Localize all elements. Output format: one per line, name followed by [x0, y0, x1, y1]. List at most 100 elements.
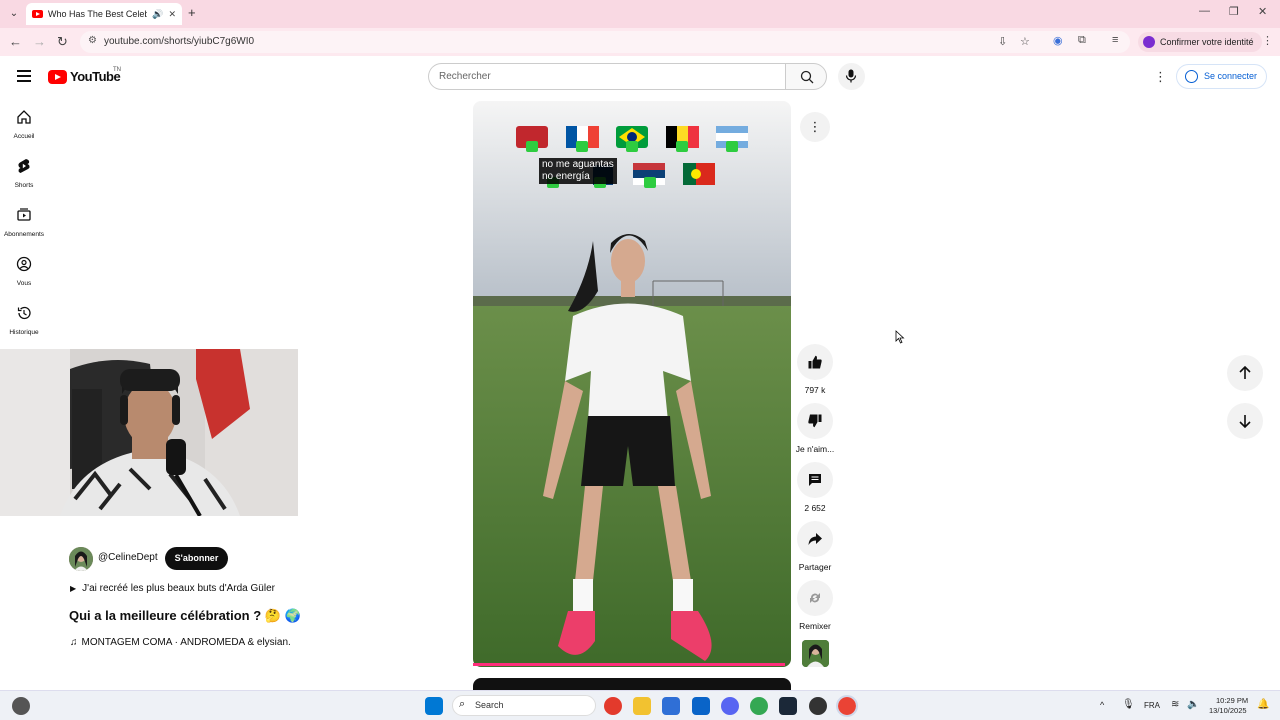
- comments-button[interactable]: 2 652: [795, 462, 835, 513]
- close-window-icon[interactable]: ✕: [1258, 5, 1267, 18]
- translate-extension-icon[interactable]: ◉: [1053, 34, 1063, 47]
- dislike-button[interactable]: Je n'aim...: [795, 403, 835, 454]
- wifi-icon[interactable]: ≋: [1171, 699, 1179, 710]
- playlist-label: J'ai recréé les plus beaux buts d'Arda G…: [82, 583, 275, 594]
- address-bar-row: ← → ↻ ⚙ youtube.com/shorts/yiubC7g6WI0 ⇩…: [0, 28, 1280, 56]
- channel-avatar[interactable]: [69, 547, 93, 571]
- like-circle[interactable]: [797, 344, 833, 380]
- search-button[interactable]: [785, 63, 827, 90]
- arrow-down-icon: [1239, 415, 1251, 428]
- thumbs-up-icon: [808, 355, 822, 369]
- remix-circle[interactable]: [797, 580, 833, 616]
- share-button[interactable]: Partager: [795, 521, 835, 572]
- tab-audio-icon[interactable]: 🔊: [152, 9, 163, 20]
- sidebar-item-shorts[interactable]: Shorts: [0, 158, 48, 189]
- sign-in-button[interactable]: Se connecter: [1176, 64, 1267, 89]
- store-icon[interactable]: [662, 697, 680, 715]
- shorts-icon: [18, 159, 30, 173]
- short-more-options-icon[interactable]: ⋮: [800, 112, 830, 142]
- subscribe-button[interactable]: S'abonner: [165, 547, 228, 570]
- sidebar-item-label: Accueil: [13, 133, 35, 140]
- new-tab-button[interactable]: +: [188, 5, 196, 20]
- omnibox[interactable]: ⚙ youtube.com/shorts/yiubC7g6WI0 ⇩ ☆: [80, 31, 1130, 53]
- remix-button[interactable]: Remixer: [795, 580, 835, 631]
- minimize-icon[interactable]: —: [1199, 5, 1210, 17]
- remix-label: Remixer: [799, 621, 831, 631]
- comments-circle[interactable]: [797, 462, 833, 498]
- start-windows-icon[interactable]: [425, 697, 443, 715]
- active-tab[interactable]: Who Has The Best Celebrat 🔊 ✕: [26, 3, 182, 25]
- comment-count: 2 652: [804, 503, 826, 513]
- taskbar-search-icon: ⌕: [459, 698, 466, 710]
- playlist-link[interactable]: ▶ J'ai recréé les plus beaux buts d'Arda …: [70, 583, 275, 594]
- music-link[interactable]: ♫ MONTAGEM COMA · ANDROMEDA & elysian.: [70, 637, 291, 648]
- outlook-icon[interactable]: [692, 697, 710, 715]
- webcam-scene-image: [0, 349, 298, 516]
- settings-kebab-icon[interactable]: ⋮: [1154, 69, 1167, 85]
- play-triangle-icon: ▶: [70, 584, 77, 593]
- bookmark-star-icon[interactable]: ☆: [1020, 35, 1030, 48]
- taskbar-search[interactable]: ⌕ Search: [452, 695, 596, 716]
- site-info-icon[interactable]: ⚙: [88, 35, 97, 46]
- menu-hamburger-icon[interactable]: [17, 70, 31, 82]
- video-progress-bar[interactable]: [473, 663, 785, 666]
- next-short-button[interactable]: [1227, 403, 1263, 439]
- volume-icon[interactable]: 🔈: [1187, 699, 1199, 710]
- short-video-player[interactable]: [473, 101, 791, 667]
- profile-chip[interactable]: Confirmer votre identité: [1138, 32, 1262, 52]
- voice-search-button[interactable]: [838, 63, 865, 90]
- maximize-icon[interactable]: ❐: [1229, 5, 1239, 18]
- profile-avatar-icon: [1143, 36, 1155, 48]
- tab-close-icon[interactable]: ✕: [168, 9, 176, 20]
- discord-icon[interactable]: [721, 697, 739, 715]
- clock-time[interactable]: 10:29 PM: [1216, 696, 1248, 705]
- history-icon: [17, 306, 31, 320]
- channel-handle[interactable]: @CelineDept: [98, 552, 158, 563]
- like-count: 797 k: [804, 385, 826, 395]
- webcam-overlay: [0, 349, 298, 516]
- caption-line-2: no energía: [542, 171, 590, 182]
- sign-in-label: Se connecter: [1204, 71, 1258, 81]
- widgets-icon[interactable]: [12, 697, 30, 715]
- reading-list-icon[interactable]: ≡: [1112, 34, 1118, 46]
- browser-menu-icon[interactable]: ⋮: [1262, 34, 1273, 47]
- extensions-puzzle-icon[interactable]: ⧉: [1078, 34, 1086, 47]
- remix-icon: [810, 593, 820, 603]
- share-circle[interactable]: [797, 521, 833, 557]
- install-app-icon[interactable]: ⇩: [998, 35, 1007, 48]
- search-input[interactable]: Rechercher: [428, 63, 786, 90]
- sidebar-item-you[interactable]: Vous: [0, 256, 48, 287]
- language-indicator[interactable]: FRA: [1144, 701, 1160, 710]
- reload-icon[interactable]: ↻: [57, 34, 68, 50]
- like-button[interactable]: 797 k: [795, 344, 835, 395]
- sound-thumbnail-image: [802, 640, 829, 667]
- chrome-profile-icon[interactable]: [750, 697, 768, 715]
- file-explorer-icon[interactable]: [633, 697, 651, 715]
- chrome-icon[interactable]: [604, 697, 622, 715]
- tab-search-icon[interactable]: ⌄: [6, 6, 22, 22]
- sidebar-item-home[interactable]: Accueil: [0, 109, 48, 140]
- profile-label: Confirmer votre identité: [1160, 37, 1254, 47]
- back-icon[interactable]: ←: [9, 34, 22, 49]
- steam-icon[interactable]: [779, 697, 797, 715]
- next-short-preview[interactable]: [473, 678, 791, 690]
- sidebar-item-history[interactable]: Historique: [0, 305, 48, 336]
- subscriptions-icon: [17, 208, 31, 221]
- youtube-logo[interactable]: YouTube: [48, 69, 121, 84]
- notifications-icon[interactable]: 🔔: [1257, 699, 1269, 710]
- microphone-icon: [845, 69, 857, 83]
- obs-icon[interactable]: [809, 697, 827, 715]
- url-text[interactable]: youtube.com/shorts/yiubC7g6WI0: [104, 36, 254, 47]
- chrome-active-icon[interactable]: [836, 695, 858, 717]
- sound-source-thumbnail[interactable]: [802, 640, 829, 667]
- comment-icon: [809, 474, 821, 486]
- sidebar-item-label: Vous: [16, 280, 32, 287]
- forward-icon[interactable]: →: [33, 34, 46, 49]
- home-icon: [17, 110, 31, 124]
- dislike-circle[interactable]: [797, 403, 833, 439]
- tray-mic-icon[interactable]: 🎙: [1122, 699, 1135, 710]
- clock-date[interactable]: 13/10/2025: [1209, 706, 1247, 715]
- tray-chevron-icon[interactable]: ^: [1100, 700, 1104, 710]
- sidebar-item-subscriptions[interactable]: Abonnements: [0, 207, 48, 238]
- previous-short-button[interactable]: [1227, 355, 1263, 391]
